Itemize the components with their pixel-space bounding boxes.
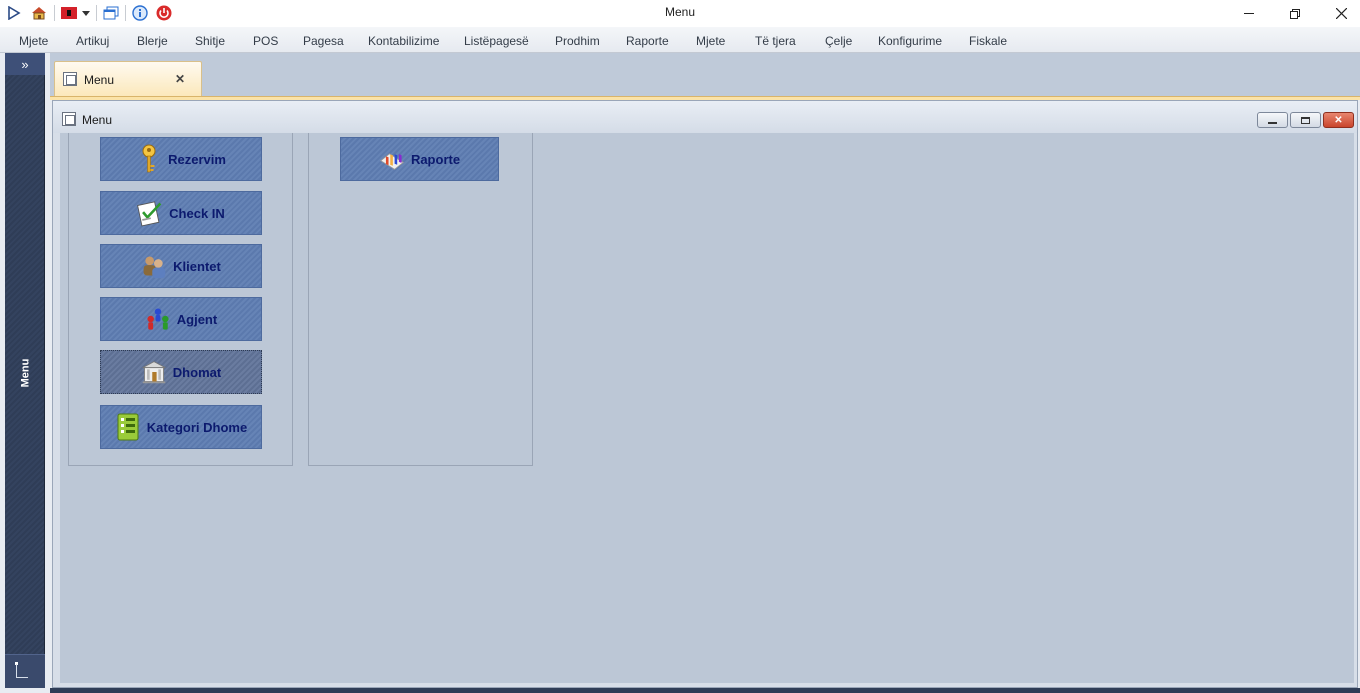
tab-close-icon[interactable]: ✕ [175,72,185,86]
sidebar-label-text: Menu [19,358,32,388]
restore-button[interactable] [1272,0,1318,27]
child-close-button[interactable]: ✕ [1323,112,1354,128]
agents-icon [145,304,171,334]
menu-item-listepagese[interactable]: Listëpagesë [464,34,529,48]
child-window-title: Menu [82,113,113,127]
menu-item-mjete[interactable]: Mjete [19,34,48,48]
sidebar: » Menu [5,53,45,688]
list-icon [115,412,141,442]
menu-item-blerje[interactable]: Blerje [137,34,168,48]
tile-label: Check IN [169,205,225,221]
tile-label: Dhomat [172,364,222,380]
menu-item-celje[interactable]: Çelje [825,34,852,48]
menu-item-te-tjera[interactable]: Të tjera [755,34,796,48]
menu-item-pos[interactable]: POS [253,34,278,48]
minimize-icon [1244,12,1254,14]
tile-label: Kategori Dhome [146,419,248,435]
menu-item-fiskale[interactable]: Fiskale [969,34,1007,48]
tab-menu[interactable]: Menu ✕ [54,61,202,98]
toolbar-separator [54,5,55,21]
window-title: Menu [664,5,696,19]
menu-bar: Mjete Artikuj Blerje Shitje POS Pagesa K… [0,27,1360,53]
klientet-button[interactable]: Klientet [100,244,262,288]
key-icon [136,144,162,174]
check-in-button[interactable]: Check IN [100,191,262,235]
double-chevron-right-icon: » [21,56,29,72]
power-icon[interactable] [154,3,174,23]
close-icon: ✕ [1334,114,1343,126]
menu-item-mjete-2[interactable]: Mjete [696,34,725,48]
sidebar-footer[interactable] [5,654,45,688]
window-icon [63,72,77,86]
chevron-down-icon[interactable] [79,3,93,23]
menu-item-kontabilizime[interactable]: Kontabilizime [368,34,439,48]
document-tab-strip: Menu ✕ [50,53,1360,99]
child-maximize-button[interactable] [1290,112,1321,128]
menu-panel: Rezervim Check IN Klientet Agjent Dhomat… [60,133,1354,683]
child-title-bar: Menu ✕ [53,101,1357,133]
agjent-button[interactable]: Agjent [100,297,262,341]
tile-label: Raporte [410,151,461,167]
windows-icon[interactable] [101,3,121,23]
tile-group-left: Rezervim Check IN Klientet Agjent Dhomat… [68,133,293,466]
child-window: Menu ✕ Rezervim Check IN Klientet Agjent… [52,100,1358,688]
toolbar-separator [96,5,97,21]
menu-item-artikuj[interactable]: Artikuj [76,34,109,48]
home-icon[interactable] [29,3,49,23]
child-minimize-button[interactable] [1257,112,1288,128]
rezervim-button[interactable]: Rezervim [100,137,262,181]
menu-item-pagesa[interactable]: Pagesa [303,34,344,48]
sidebar-label[interactable]: Menu [13,353,37,393]
tab-label: Menu [84,73,115,87]
raporte-button[interactable]: Raporte [340,137,499,181]
dhomat-button[interactable]: Dhomat [100,350,262,394]
title-bar: Menu [0,0,1360,27]
maximize-icon [1301,116,1310,124]
minimize-button[interactable] [1226,0,1272,27]
kategori-dhome-button[interactable]: Kategori Dhome [100,405,262,449]
building-icon [141,357,167,387]
play-icon[interactable] [4,3,24,23]
flag-icon[interactable] [59,3,79,23]
status-strip [50,688,1360,693]
restore-icon [1290,8,1300,19]
window-icon [62,112,76,126]
info-icon[interactable] [130,3,150,23]
toolbar-separator [125,5,126,21]
menu-item-shitje[interactable]: Shitje [195,34,225,48]
tile-group-right: Raporte [308,133,533,466]
menu-item-konfigurime[interactable]: Konfigurime [878,34,942,48]
menu-item-prodhim[interactable]: Prodhim [555,34,600,48]
checklist-icon [137,198,163,228]
close-icon [1335,8,1347,19]
tile-label: Rezervim [168,151,226,167]
report-icon [379,144,405,174]
menu-item-raporte[interactable]: Raporte [626,34,669,48]
corner-glyph [16,664,28,678]
tile-label: Klientet [173,258,221,274]
tile-label: Agjent [176,311,218,327]
minimize-icon [1268,121,1277,124]
users-icon [141,251,167,281]
sidebar-toggle-button[interactable]: » [5,53,45,75]
close-button[interactable] [1318,0,1360,27]
